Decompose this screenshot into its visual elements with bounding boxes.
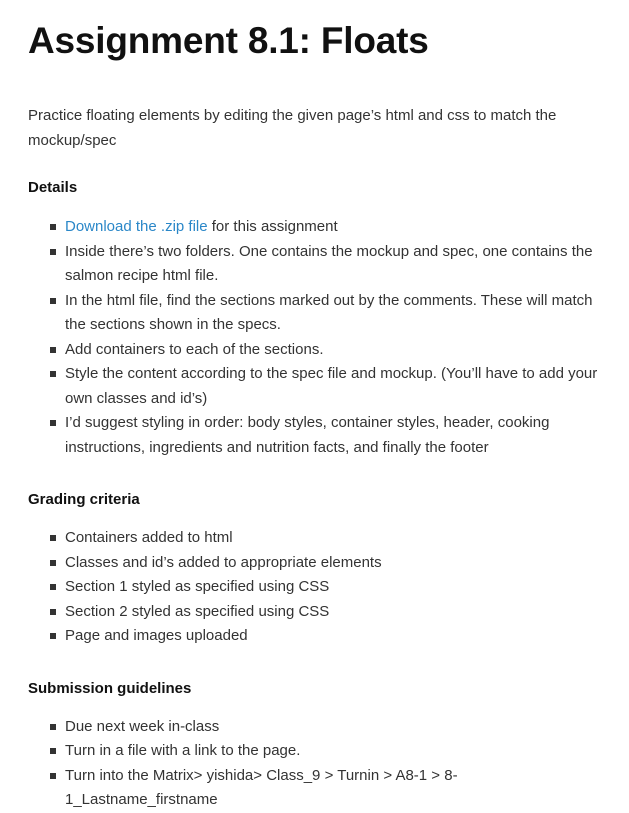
submission-heading: Submission guidelines: [28, 679, 192, 697]
square-bullet-icon: [50, 297, 56, 304]
square-bullet-icon: [50, 608, 56, 615]
list-item-text: In the html file, find the sections mark…: [65, 291, 593, 334]
square-bullet-icon: [50, 224, 56, 230]
list-item-text: Turn in a file with a link to the page.: [65, 742, 301, 759]
square-bullet-icon: [50, 535, 56, 541]
list-item: Classes and id’s added to appropriate el…: [28, 551, 606, 576]
intro-paragraph: Practice floating elements by editing th…: [28, 107, 557, 149]
list-item-text: for this assignment: [207, 218, 338, 235]
square-bullet-icon: [50, 772, 56, 779]
square-bullet-icon: [50, 723, 56, 730]
list-item: In the html file, find the sections mark…: [28, 289, 606, 338]
square-bullet-icon: [50, 420, 56, 426]
list-item: Add containers to each of the sections.: [28, 338, 606, 363]
list-item-text: I’d suggest styling in order: body style…: [65, 414, 550, 456]
grading-heading: Grading criteria: [28, 491, 140, 508]
square-bullet-icon: [50, 248, 56, 255]
square-bullet-icon: [50, 371, 56, 377]
list-item-text: Due next week in-class: [65, 717, 220, 735]
list-item: Inside there’s two folders. One contains…: [28, 240, 606, 289]
details-list: Download the .zip file for this assignme…: [28, 215, 629, 460]
list-item: Download the .zip file for this assignme…: [28, 215, 606, 240]
list-item-text: Section 2 styled as specified using CSS: [65, 602, 330, 620]
square-bullet-icon: [50, 748, 56, 754]
grading-list: Containers added to html Classes and id’…: [28, 526, 629, 649]
page-title: Assignment 8.1: Floats: [28, 20, 429, 61]
download-zip-link[interactable]: Download the .zip file: [65, 218, 208, 235]
list-item-text: Section 1 styled as specified using CSS: [65, 578, 330, 595]
list-item-text: Inside there’s two folders. One contains…: [65, 242, 593, 285]
list-item: Due next week in-class: [28, 715, 606, 740]
list-item-text: Containers added to html: [65, 529, 233, 546]
details-heading: Details: [28, 179, 78, 196]
list-item: Style the content according to the spec …: [28, 362, 606, 411]
list-item-text: Style the content according to the spec …: [65, 365, 598, 407]
list-item: Section 1 styled as specified using CSS: [28, 575, 606, 600]
square-bullet-icon: [50, 633, 56, 639]
list-item-text: Classes and id’s added to appropriate el…: [65, 553, 382, 571]
square-bullet-icon: [50, 346, 56, 353]
square-bullet-icon: [50, 559, 56, 566]
list-item: Turn in a file with a link to the page.: [28, 739, 606, 764]
assignment-page: Assignment 8.1: Floats Practice floating…: [0, 0, 629, 808]
list-item: Section 2 styled as specified using CSS: [28, 600, 606, 625]
submission-list: Due next week in-class Turn in a file wi…: [28, 715, 629, 813]
list-item-text: Turn into the Matrix> yishida> Class_9 >…: [65, 766, 458, 809]
square-bullet-icon: [50, 584, 56, 590]
list-item: I’d suggest styling in order: body style…: [28, 411, 606, 460]
list-item-text: Add containers to each of the sections.: [65, 340, 324, 358]
list-item: Turn into the Matrix> yishida> Class_9 >…: [28, 764, 606, 813]
list-item: Containers added to html: [28, 526, 606, 551]
list-item: Page and images uploaded: [28, 624, 606, 649]
list-item-text: Page and images uploaded: [65, 627, 248, 644]
